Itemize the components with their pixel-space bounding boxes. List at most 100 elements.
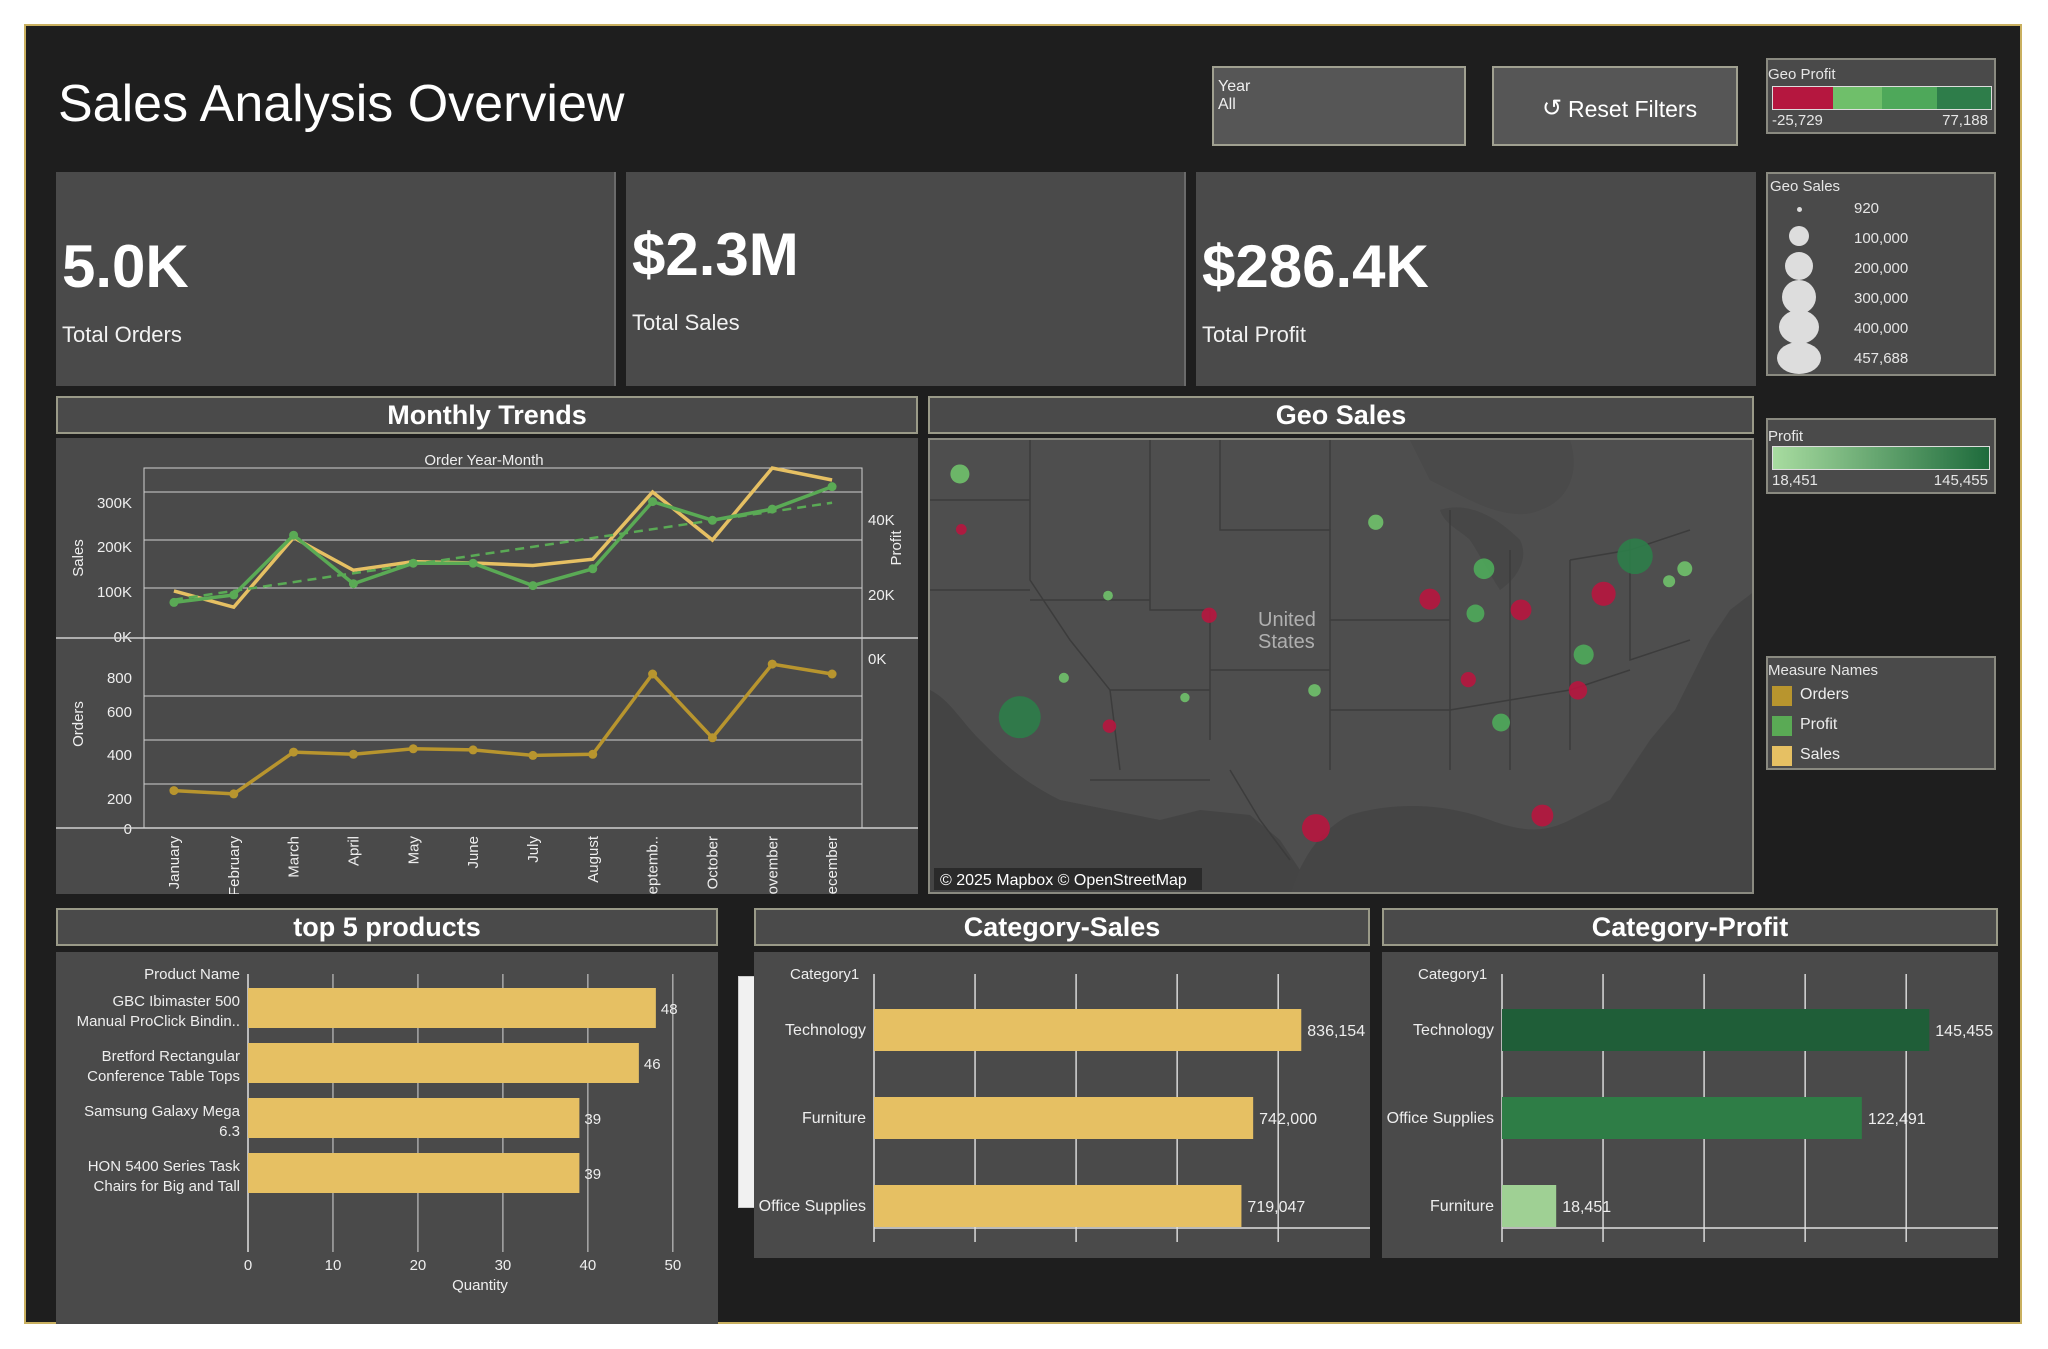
product-name-header: Product Name [144,966,240,983]
product-bar [248,1043,639,1083]
map-point [1102,719,1117,733]
quantity-tick: 0 [244,1257,252,1274]
size-marker-2 [1789,226,1809,246]
map-point [1663,575,1676,588]
orders-point [169,786,179,796]
col-title: Order Year-Month [424,452,543,469]
category-profit-header: Category-Profit [1382,908,1998,946]
profit-point [468,558,478,568]
sales-line [173,466,833,610]
orders-point [767,659,777,669]
size-label-6: 457,688 [1854,350,1909,367]
category-sales-axis-title: Category1 [790,966,859,983]
orders-tick-600: 600 [107,704,132,721]
geo-profit-ramp-segment [1882,87,1937,109]
cp-marks: 145,455 Technology 122,491 Office Supplies 1… [1387,1009,1993,1227]
map-point [1492,713,1511,732]
reset-icon: ↺ [1542,95,1563,122]
map-point [955,524,967,535]
orders-point [827,669,837,679]
page-title: Sales Analysis Overview [58,75,625,133]
month-label: July [525,836,542,863]
profit-legend-title: Profit [1768,428,1804,445]
size-label-5: 400,000 [1854,320,1909,337]
profit-point [348,579,358,589]
category-bar [874,1185,1242,1227]
geo-profit-color-ramp [1772,86,1992,110]
year-filter[interactable]: Year All [1212,66,1466,146]
geo-sales-legend: Geo Sales 920 100,000 200,000 300,000 40… [1766,172,1996,376]
size-marker-3 [1785,252,1813,280]
size-label-3: 200,000 [1854,260,1909,277]
map-point [1180,692,1190,703]
category-bar [1502,1009,1930,1051]
geo-sales-map[interactable]: United States © 2025 Mapbox © OpenStreet… [928,438,1754,894]
measure-names-legend: Measure Names Orders Profit Sales [1766,656,1996,770]
year-filter-value[interactable]: All [1218,96,1236,114]
map-point [950,464,970,484]
profit-legend: Profit 18,451 145,455 [1766,418,1996,494]
dashboard-frame: Sales Analysis Overview Year All ↺ Reset… [24,24,2022,1324]
profit-axis-label: Profit [888,530,905,566]
geo-profit-legend: Geo Profit -25,729 77,188 [1766,58,1996,134]
category-bar [874,1097,1254,1139]
kpi-sales-value: $2.3M [632,221,799,288]
profit-point [528,581,538,591]
map-country-label-1: United [1258,609,1316,631]
category-sales-svg: Category1 836,154 Technology 742,000 Furnit… [759,966,1370,1242]
month-label: January [166,836,183,890]
orders-line [173,662,833,796]
map-point [1591,581,1616,606]
map-point [1460,672,1476,688]
reset-filters-button[interactable]: ↺ Reset Filters [1492,66,1738,146]
monthly-trends-header: Monthly Trends [56,396,918,434]
monthly-trends-chart[interactable]: Order Year-Month Sales Profit Orders 300… [56,438,918,905]
map-point [1617,538,1653,575]
sales-tick-300k: 300K [97,495,132,512]
map-point [1308,684,1321,697]
orders-point [648,669,658,679]
month-label: June [465,836,482,869]
category-profit-chart[interactable]: Category1 145,455 Technology 122,491 Office… [1382,952,1998,1258]
month-label: March [286,836,303,878]
orders-point [289,747,299,757]
top-products-chart[interactable]: Product Name Quantity 0 10 20 30 40 50 48 GBC … [56,952,766,1324]
category-value-label: 145,455 [1935,1023,1993,1040]
top-products-svg: Product Name Quantity 0 10 20 30 40 50 48 GBC … [77,966,682,1294]
month-label: August [585,835,602,883]
trend-grid [56,467,918,829]
geo-profit-ramp-segment [1832,87,1882,109]
map-country-label-2: States [1258,631,1315,653]
orders-point [468,745,478,755]
category-sales-chart[interactable]: Category1 836,154 Technology 742,000 Furnit… [754,952,1370,1258]
size-marker-1 [1797,207,1802,212]
size-marker-4 [1782,280,1816,314]
profit-line [173,485,833,605]
profit-point [648,497,658,507]
quantity-tick: 40 [580,1257,597,1274]
orders-tick-200: 200 [107,791,132,808]
orders-swatch [1772,686,1792,706]
product-name: Manual ProClick Bindin.. [77,1013,240,1030]
orders-tick-800: 800 [107,670,132,687]
orders-point [707,733,717,743]
map-point [998,696,1041,739]
profit-point [588,564,598,574]
quantity-tick: 20 [410,1257,427,1274]
category-label: Furniture [1430,1198,1494,1215]
top-products-header: top 5 products [56,908,718,946]
orders-axis-label: Orders [70,701,87,747]
product-bar-label: 39 [584,1111,601,1128]
geo-profit-legend-title: Geo Profit [1768,66,1836,83]
profit-legend-label: Profit [1800,716,1838,733]
product-bar-label: 48 [661,1001,678,1018]
map-point [1473,558,1495,580]
map-point [1677,561,1693,577]
geo-sales-header: Geo Sales [928,396,1754,434]
kpi-card-sales: $2.3M Total Sales [626,172,1186,386]
month-label: Septemb.. [645,836,662,894]
map-point [1466,604,1485,623]
category-sales-header: Category-Sales [754,908,1370,946]
category-value-label: 836,154 [1307,1023,1365,1040]
orders-legend-label: Orders [1800,686,1849,703]
